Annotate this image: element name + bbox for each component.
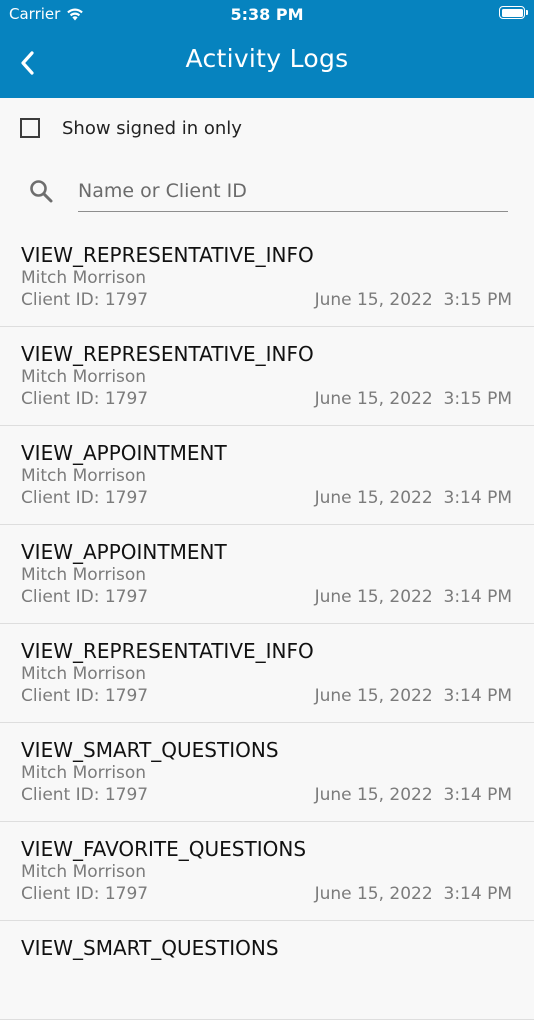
log-action: VIEW_SMART_QUESTIONS	[21, 738, 279, 762]
log-user-name: Mitch Morrison	[21, 565, 147, 585]
status-bar: Carrier 5:38 PM	[0, 0, 534, 28]
log-timestamp: June 15, 2022 3:14 PM	[314, 785, 512, 805]
log-item[interactable]: VIEW_SMART_QUESTIONS	[0, 921, 534, 1020]
log-user-name: Mitch Morrison	[21, 763, 147, 783]
nav-bar: Activity Logs	[0, 28, 534, 98]
log-user-name: Mitch Morrison	[21, 466, 147, 486]
log-action: VIEW_FAVORITE_QUESTIONS	[21, 837, 307, 861]
log-client-id: Client ID: 1797	[21, 686, 149, 706]
log-item[interactable]: VIEW_REPRESENTATIVE_INFO Mitch Morrison …	[0, 228, 534, 327]
page-title: Activity Logs	[185, 44, 349, 73]
log-timestamp: June 15, 2022 3:15 PM	[314, 389, 512, 409]
app-header: Carrier 5:38 PM Activity Logs	[0, 0, 534, 98]
signed-in-filter: Show signed in only	[0, 110, 534, 150]
log-user-name: Mitch Morrison	[21, 862, 147, 882]
log-timestamp: June 15, 2022 3:14 PM	[314, 686, 512, 706]
log-client-id: Client ID: 1797	[21, 785, 149, 805]
activity-log-list: VIEW_REPRESENTATIVE_INFO Mitch Morrison …	[0, 228, 534, 1020]
log-timestamp: June 15, 2022 3:14 PM	[314, 587, 512, 607]
log-user-name: Mitch Morrison	[21, 367, 147, 387]
log-client-id: Client ID: 1797	[21, 587, 149, 607]
log-timestamp: June 15, 2022 3:15 PM	[314, 290, 512, 310]
status-time: 5:38 PM	[230, 5, 304, 24]
search-icon	[30, 180, 53, 203]
log-item[interactable]: VIEW_APPOINTMENT Mitch Morrison Client I…	[0, 426, 534, 525]
log-user-name: Mitch Morrison	[21, 268, 147, 288]
log-item[interactable]: VIEW_APPOINTMENT Mitch Morrison Client I…	[0, 525, 534, 624]
log-action: VIEW_REPRESENTATIVE_INFO	[21, 342, 314, 366]
log-item[interactable]: VIEW_REPRESENTATIVE_INFO Mitch Morrison …	[0, 327, 534, 426]
log-client-id: Client ID: 1797	[21, 389, 149, 409]
log-client-id: Client ID: 1797	[21, 290, 149, 310]
log-timestamp: June 15, 2022 3:14 PM	[314, 884, 512, 904]
show-signed-in-label[interactable]: Show signed in only	[62, 118, 242, 139]
log-item[interactable]: VIEW_FAVORITE_QUESTIONS Mitch Morrison C…	[0, 822, 534, 921]
battery-icon	[499, 6, 528, 19]
log-action: VIEW_APPOINTMENT	[21, 441, 227, 465]
log-client-id: Client ID: 1797	[21, 884, 149, 904]
show-signed-in-checkbox[interactable]	[20, 118, 40, 138]
log-action: VIEW_SMART_QUESTIONS	[21, 936, 279, 960]
log-user-name: Mitch Morrison	[21, 664, 147, 684]
search-bar	[0, 160, 534, 224]
log-client-id: Client ID: 1797	[21, 488, 149, 508]
log-action: VIEW_REPRESENTATIVE_INFO	[21, 243, 314, 267]
search-input[interactable]	[78, 170, 508, 212]
log-timestamp: June 15, 2022 3:14 PM	[314, 488, 512, 508]
log-action: VIEW_APPOINTMENT	[21, 540, 227, 564]
log-item[interactable]: VIEW_REPRESENTATIVE_INFO Mitch Morrison …	[0, 624, 534, 723]
log-action: VIEW_REPRESENTATIVE_INFO	[21, 639, 314, 663]
log-item[interactable]: VIEW_SMART_QUESTIONS Mitch Morrison Clie…	[0, 723, 534, 822]
